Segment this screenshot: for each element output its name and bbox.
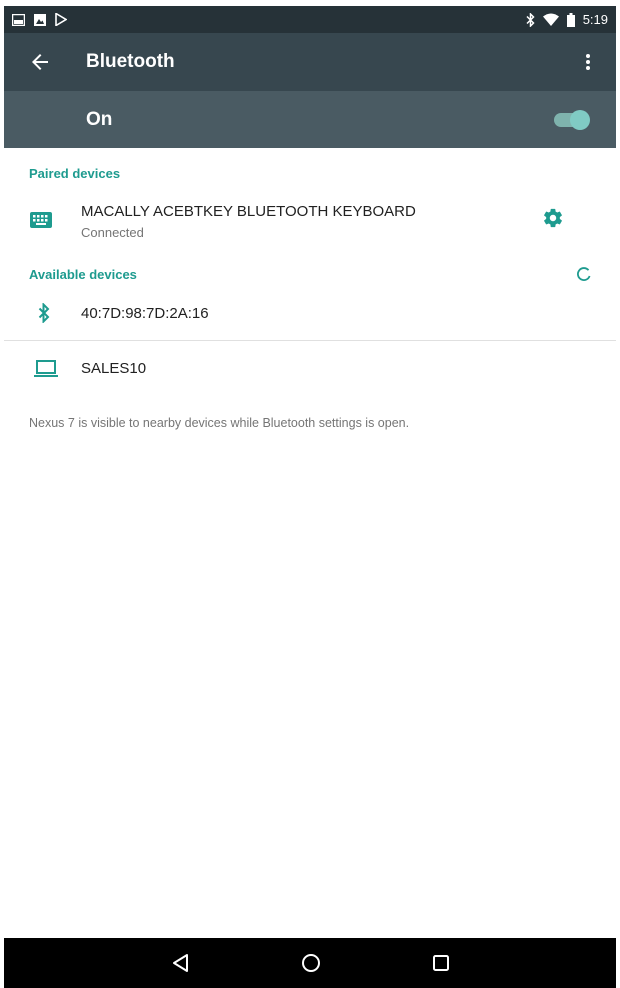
available-device-name: 40:7D:98:7D:2A:16 xyxy=(81,305,209,322)
paired-devices-header: Paired devices xyxy=(29,166,121,181)
status-time: 5:19 xyxy=(582,12,608,27)
status-bar-notifications xyxy=(12,12,67,27)
recents-square-icon[interactable] xyxy=(430,952,452,974)
wifi-icon xyxy=(542,13,559,26)
status-bar-system: 5:19 xyxy=(526,11,608,28)
available-devices-header: Available devices xyxy=(29,267,137,282)
paired-device-row[interactable]: MACALLY ACEBTKEY BLUETOOTH KEYBOARD Conn… xyxy=(4,195,616,253)
play-store-icon xyxy=(55,13,67,26)
back-triangle-icon[interactable] xyxy=(170,952,192,974)
available-device-name: SALES10 xyxy=(81,360,147,377)
page-title: Bluetooth xyxy=(86,51,175,72)
battery-icon xyxy=(566,12,575,27)
more-vert-icon[interactable] xyxy=(582,50,594,74)
paired-device-name: MACALLY ACEBTKEY BLUETOOTH KEYBOARD xyxy=(81,203,416,220)
toggle-thumb xyxy=(570,110,590,130)
available-device-row[interactable]: 40:7D:98:7D:2A:16 xyxy=(4,290,616,338)
bluetooth-icon xyxy=(38,303,50,323)
bluetooth-toggle[interactable] xyxy=(554,108,590,132)
gear-icon[interactable] xyxy=(542,207,564,229)
paired-device-status: Connected xyxy=(81,225,144,240)
switch-label: On xyxy=(86,109,113,130)
available-device-row[interactable]: SALES10 xyxy=(4,344,616,394)
visibility-notice: Nexus 7 is visible to nearby devices whi… xyxy=(29,416,410,430)
bluetooth-switch-bar[interactable]: On xyxy=(4,91,616,148)
image-icon xyxy=(12,13,25,26)
home-circle-icon[interactable] xyxy=(300,952,322,974)
bluetooth-icon xyxy=(526,12,535,27)
status-bar: 5:19 xyxy=(4,6,616,33)
laptop-icon xyxy=(34,360,58,377)
app-bar: Bluetooth xyxy=(4,33,616,91)
list-divider xyxy=(4,340,616,341)
photo-icon xyxy=(34,13,46,26)
keyboard-icon xyxy=(30,212,52,228)
arrow-back-icon[interactable] xyxy=(28,50,52,74)
navigation-bar xyxy=(4,938,616,988)
refresh-icon xyxy=(577,267,591,281)
